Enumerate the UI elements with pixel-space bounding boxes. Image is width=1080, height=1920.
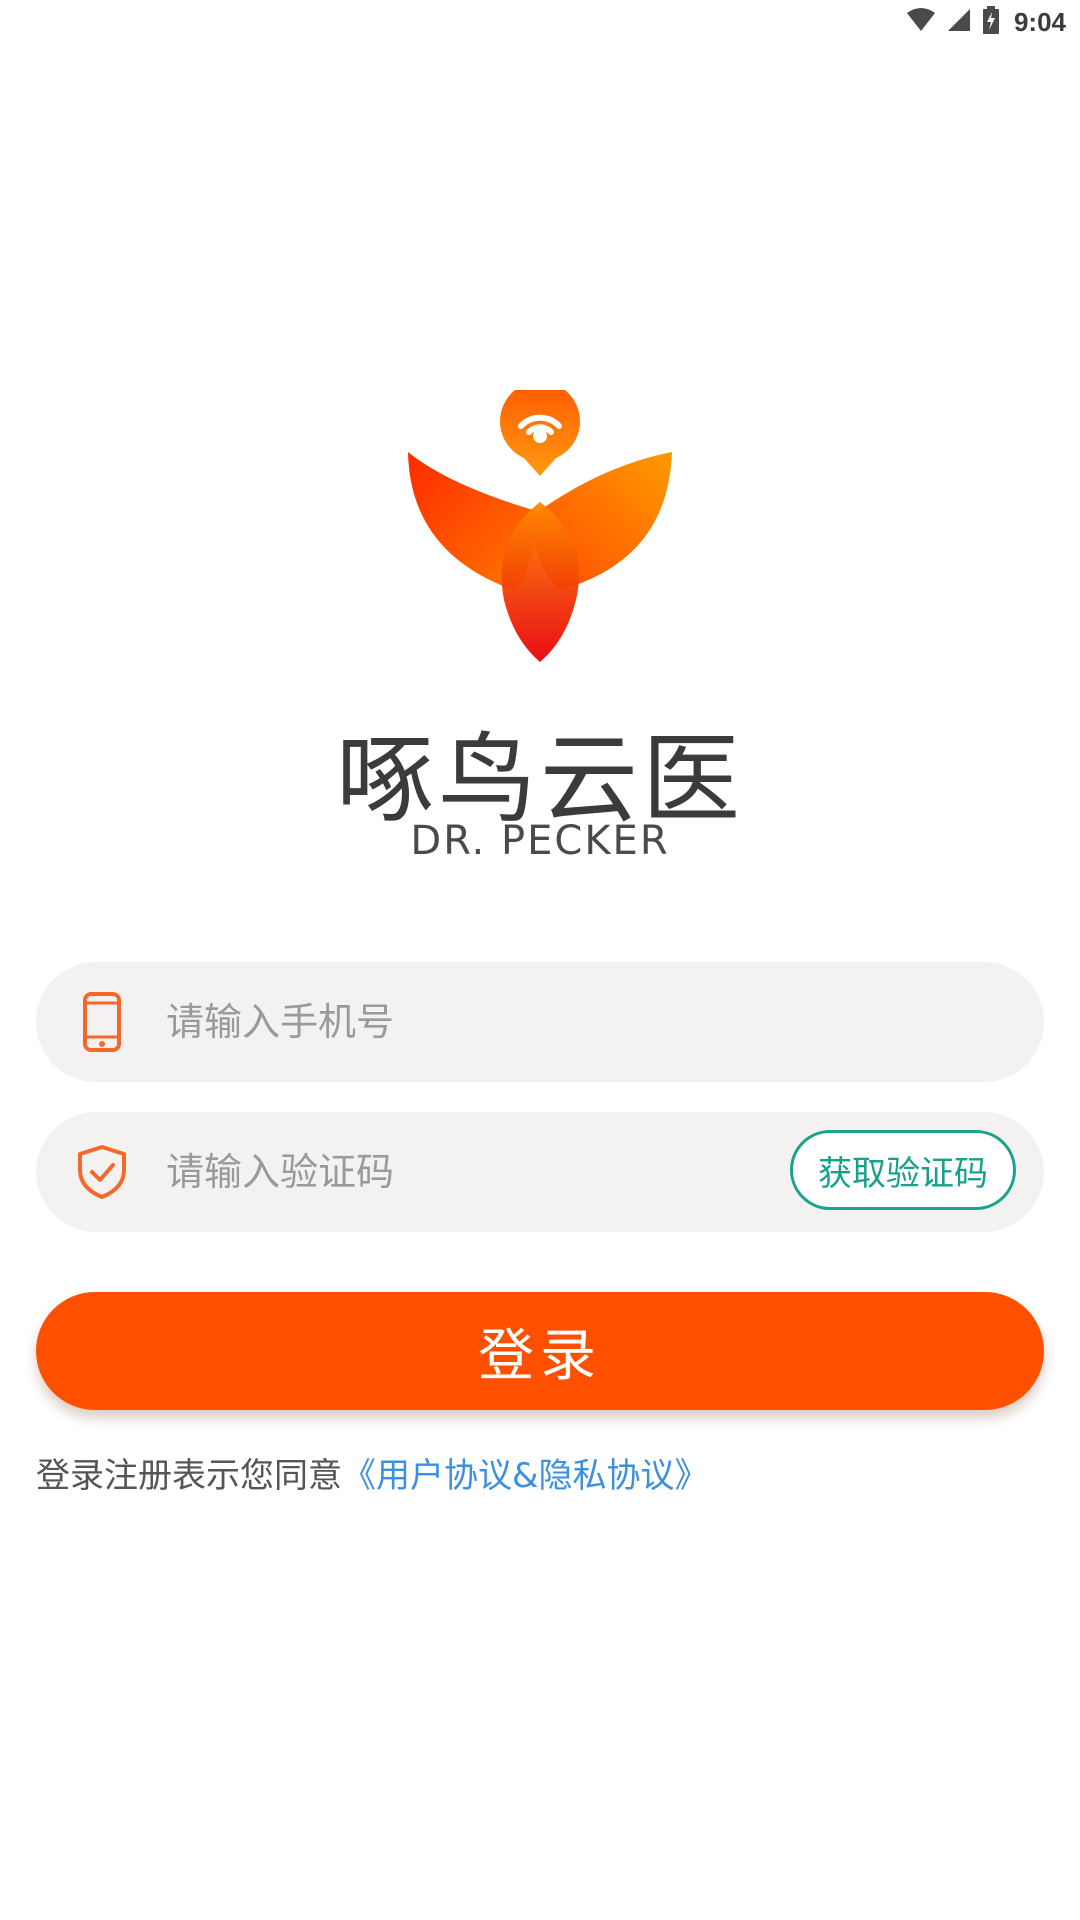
- cell-signal-icon: [946, 7, 972, 37]
- phone-icon: [74, 990, 130, 1054]
- login-button[interactable]: 登录: [36, 1292, 1044, 1410]
- agreement-text: 登录注册表示您同意《用户协议&隐私协议》: [36, 1448, 709, 1497]
- agreement-prefix: 登录注册表示您同意: [36, 1456, 342, 1496]
- get-code-button[interactable]: 获取验证码: [790, 1130, 1016, 1210]
- bird-logo-icon: [408, 390, 672, 662]
- shield-check-icon: [74, 1140, 130, 1204]
- login-screen: 9:04 啄鸟云医 DR. PECKER 请输入手机号 请输入验证码 获取验证码…: [0, 0, 1080, 1920]
- battery-charging-icon: [982, 6, 1000, 38]
- agreement-link[interactable]: 《用户协议&隐私协议》: [342, 1456, 709, 1496]
- status-icons: 9:04: [906, 6, 1066, 38]
- phone-field[interactable]: [36, 961, 1044, 1083]
- code-field[interactable]: 获取验证码: [36, 1111, 1044, 1233]
- phone-input[interactable]: [164, 961, 1044, 1083]
- app-logo: [0, 390, 1080, 670]
- brand-subtitle: DR. PECKER: [410, 818, 670, 864]
- status-bar: 9:04: [0, 0, 1080, 44]
- wifi-icon: [906, 7, 936, 37]
- status-time: 9:04: [1013, 6, 1066, 37]
